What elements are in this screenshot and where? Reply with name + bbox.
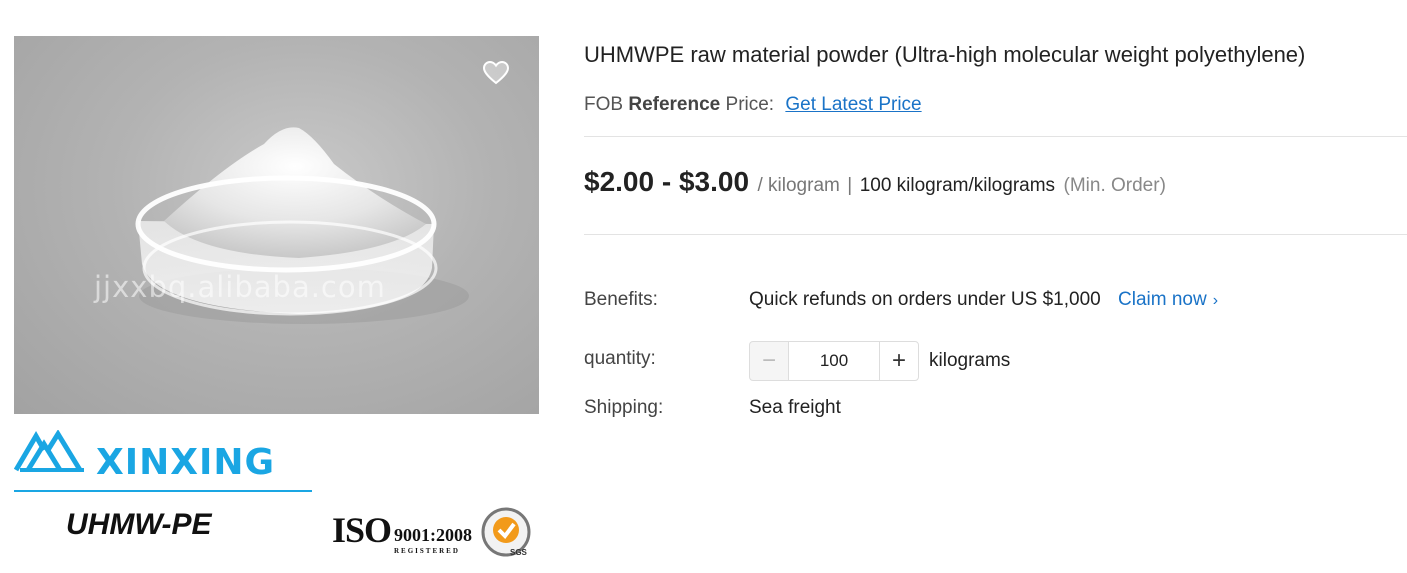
xinxing-logo-icon (14, 430, 84, 472)
reference-price: FOB Reference Price: Get Latest Price (584, 94, 922, 116)
quantity-unit: kilograms (929, 350, 1011, 371)
brand-product-name: UHMW-PE (66, 508, 212, 541)
price-separator: | (847, 175, 853, 196)
price-range: $2.00 - $3.00 (584, 166, 750, 197)
iso-number: 9001:2008 (394, 525, 472, 545)
brand-underline (14, 490, 312, 492)
quantity-increase-button[interactable]: + (879, 341, 919, 381)
quantity-decrease-button[interactable]: − (749, 341, 789, 381)
price-row: $2.00 - $3.00 / kilogram | 100 kilogram/… (584, 166, 1166, 198)
ref-bold: Reference (628, 94, 721, 115)
sgs-label: SGS (510, 548, 527, 557)
quantity-input[interactable] (789, 341, 879, 381)
brand-name: XINXING (96, 442, 276, 483)
benefits-text: Quick refunds on orders under US $1,000 (749, 289, 1101, 310)
min-order-quantity: 100 kilogram/kilograms (859, 175, 1056, 196)
min-order-note: (Min. Order) (1063, 175, 1166, 196)
powder-dish-image (135, 127, 469, 324)
ref-suffix: Price: (725, 94, 775, 115)
benefits-value: Quick refunds on orders under US $1,000 … (749, 289, 1218, 311)
brand-banner: XINXING UHMW-PE ISO 9001:2008 REGISTERED… (14, 414, 539, 566)
divider-top (584, 136, 1407, 137)
benefits-label: Benefits: (584, 289, 658, 310)
iso-registered: REGISTERED (394, 547, 460, 555)
ref-prefix: FOB (584, 94, 624, 115)
chevron-right-icon: › (1212, 292, 1219, 309)
product-photo[interactable]: jjxxbq.alibaba.com (14, 36, 539, 414)
shipping-label: Shipping: (584, 397, 664, 418)
shipping-value: Sea freight (749, 397, 841, 418)
divider-bottom (584, 234, 1407, 235)
price-unit: / kilogram (757, 175, 840, 196)
quantity-label: quantity: (584, 348, 656, 369)
heart-outline-icon[interactable] (482, 60, 510, 86)
get-latest-price-link[interactable]: Get Latest Price (785, 94, 921, 115)
product-gallery: jjxxbq.alibaba.com XINXING UHMW-PE ISO 9… (14, 36, 539, 566)
product-title: UHMWPE raw material powder (Ultra-high m… (584, 42, 1306, 67)
claim-now-link[interactable]: Claim now › (1118, 289, 1218, 310)
iso-mark: ISO (332, 510, 392, 550)
claim-now-label: Claim now (1118, 289, 1207, 310)
quantity-stepper: − + kilograms (749, 340, 1010, 382)
watermark-text: jjxxbq.alibaba.com (94, 270, 386, 304)
